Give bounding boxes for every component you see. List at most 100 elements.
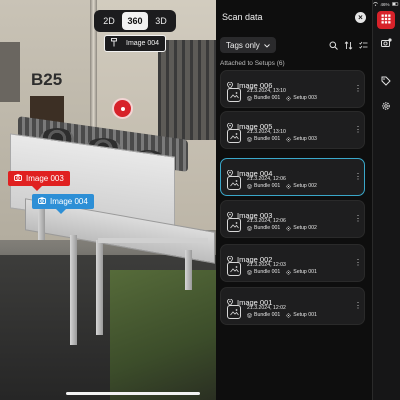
card-bundle: Bundle 001 (247, 312, 280, 319)
status-bar: 46% (372, 1, 400, 8)
home-indicator[interactable] (66, 392, 200, 395)
setup-label: Setup 003 (293, 95, 317, 101)
filter-dropdown[interactable]: Tags only (220, 37, 276, 53)
grid-icon (381, 11, 391, 29)
camera-settings-icon (380, 35, 392, 53)
card-bundle: Bundle 001 (247, 136, 280, 143)
battery-percent: 46% (380, 2, 390, 7)
more-options-icon[interactable]: ⋮ (354, 173, 362, 181)
setup-icon (286, 270, 292, 275)
bundle-icon (247, 96, 252, 101)
unit-leg (96, 240, 103, 335)
section-label: Attached to Setups (6) (220, 60, 285, 67)
filter-value: Tags only (226, 40, 260, 50)
unit-leg (38, 205, 45, 240)
scan-card[interactable]: Image 004 21.3.2024, 12:06 Bundle 001 Se… (220, 158, 365, 196)
window (158, 40, 216, 140)
grass (110, 270, 216, 400)
bundle-icon (247, 184, 252, 189)
mode-360-button[interactable]: 360 (122, 12, 148, 30)
image-tag[interactable]: Image 004 (32, 194, 94, 214)
card-date: 21.3.2024, 12:03 (247, 262, 286, 268)
card-meta: 21.3.2024, 12:06 Bundle 001 Setup 002 (247, 176, 317, 190)
image-thumbnail-icon (227, 262, 241, 276)
more-options-icon[interactable]: ⋮ (354, 85, 362, 93)
chevron-down-icon (263, 41, 270, 50)
close-panel-button[interactable]: × (355, 11, 366, 23)
bundle-icon (247, 137, 252, 142)
scan-card[interactable]: Image 001 21.3.2024, 12:02 Bundle 001 Se… (220, 287, 365, 325)
bundle-label: Bundle 001 (254, 312, 281, 318)
camera-settings-button[interactable] (377, 35, 395, 53)
bundle-icon (247, 270, 252, 275)
card-setup: Setup 001 (286, 312, 317, 319)
more-options-icon[interactable]: ⋮ (354, 215, 362, 223)
more-options-icon[interactable]: ⋮ (354, 259, 362, 267)
panel-header: Scan data × (216, 0, 372, 34)
scan-card[interactable]: Image 003 21.3.2024, 12:06 Bundle 001 Se… (220, 200, 365, 238)
scan-card[interactable]: Image 005 21.3.2024, 13:10 Bundle 001 Se… (220, 111, 365, 149)
battery-icon (391, 2, 399, 7)
scan-position-marker[interactable] (112, 98, 133, 119)
bundle-icon (247, 313, 252, 318)
setup-icon (286, 184, 292, 189)
gear-icon (381, 98, 391, 116)
tag-label: Image 003 (26, 174, 64, 183)
setup-label: Setup 001 (293, 269, 317, 275)
building-number: B25 (31, 70, 63, 89)
mode-3d-button[interactable]: 3D (148, 12, 174, 30)
window (0, 42, 20, 102)
panel-title: Scan data (222, 12, 263, 22)
bundle-label: Bundle 001 (254, 136, 281, 142)
tag-label: Image 004 (50, 197, 88, 206)
card-setup: Setup 003 (286, 136, 317, 143)
more-options-icon[interactable]: ⋮ (354, 126, 362, 134)
bundle-label: Bundle 001 (254, 225, 281, 231)
setup-label: Setup 003 (293, 136, 317, 142)
camera-icon (38, 197, 46, 206)
card-bundle: Bundle 001 (247, 183, 280, 190)
panorama-viewer[interactable]: B25 2D 360 3D Image 004 Image 003 Image … (0, 0, 216, 400)
sort-icon[interactable] (344, 40, 353, 50)
current-image-chip[interactable]: Image 004 (104, 35, 167, 52)
current-image-label: Image 004 (126, 40, 160, 47)
card-meta: 21.3.2024, 13:10 Bundle 001 Setup 003 (247, 129, 317, 143)
image-thumbnail-icon (227, 88, 241, 102)
unit-rail (98, 238, 208, 243)
tripod-icon (111, 38, 117, 49)
card-meta: 21.3.2024, 13:10 Bundle 001 Setup 003 (247, 88, 317, 102)
wifi-icon (373, 2, 379, 7)
filter-row: Tags only (216, 36, 372, 54)
card-bundle: Bundle 001 (247, 225, 280, 232)
bundle-label: Bundle 001 (254, 95, 281, 101)
bundle-label: Bundle 001 (254, 269, 281, 275)
image-thumbnail-icon (227, 305, 241, 319)
tool-rail (372, 0, 400, 400)
search-icon[interactable] (329, 41, 338, 50)
card-date: 21.3.2024, 13:10 (247, 88, 286, 94)
card-bundle: Bundle 001 (247, 95, 280, 102)
setup-icon (286, 137, 292, 142)
bundle-icon (247, 226, 252, 231)
view-mode-toggle: 2D 360 3D (94, 10, 176, 32)
mode-2d-button[interactable]: 2D (96, 12, 122, 30)
more-options-icon[interactable]: ⋮ (354, 302, 362, 310)
image-thumbnail-icon (227, 176, 241, 190)
card-setup: Setup 002 (286, 225, 317, 232)
card-bundle: Bundle 001 (247, 269, 280, 276)
scan-card[interactable]: Image 006 21.3.2024, 13:10 Bundle 001 Se… (220, 70, 365, 108)
card-meta: 21.3.2024, 12:06 Bundle 001 Setup 002 (247, 218, 317, 232)
card-meta: 21.3.2024, 12:02 Bundle 001 Setup 001 (247, 305, 317, 319)
settings-button[interactable] (377, 98, 395, 116)
setup-icon (286, 226, 292, 231)
scan-data-panel: Scan data × Tags only Attached to Setups… (216, 0, 372, 400)
setup-label: Setup 002 (293, 225, 317, 231)
setup-label: Setup 002 (293, 183, 317, 189)
card-meta: 21.3.2024, 12:03 Bundle 001 Setup 001 (247, 262, 317, 276)
scan-card[interactable]: Image 002 21.3.2024, 12:03 Bundle 001 Se… (220, 244, 365, 282)
image-tag[interactable]: Image 003 (8, 171, 70, 191)
card-setup: Setup 003 (286, 95, 317, 102)
grid-menu-button[interactable] (377, 11, 395, 29)
tags-button[interactable] (377, 73, 395, 91)
checklist-icon[interactable] (359, 41, 368, 50)
